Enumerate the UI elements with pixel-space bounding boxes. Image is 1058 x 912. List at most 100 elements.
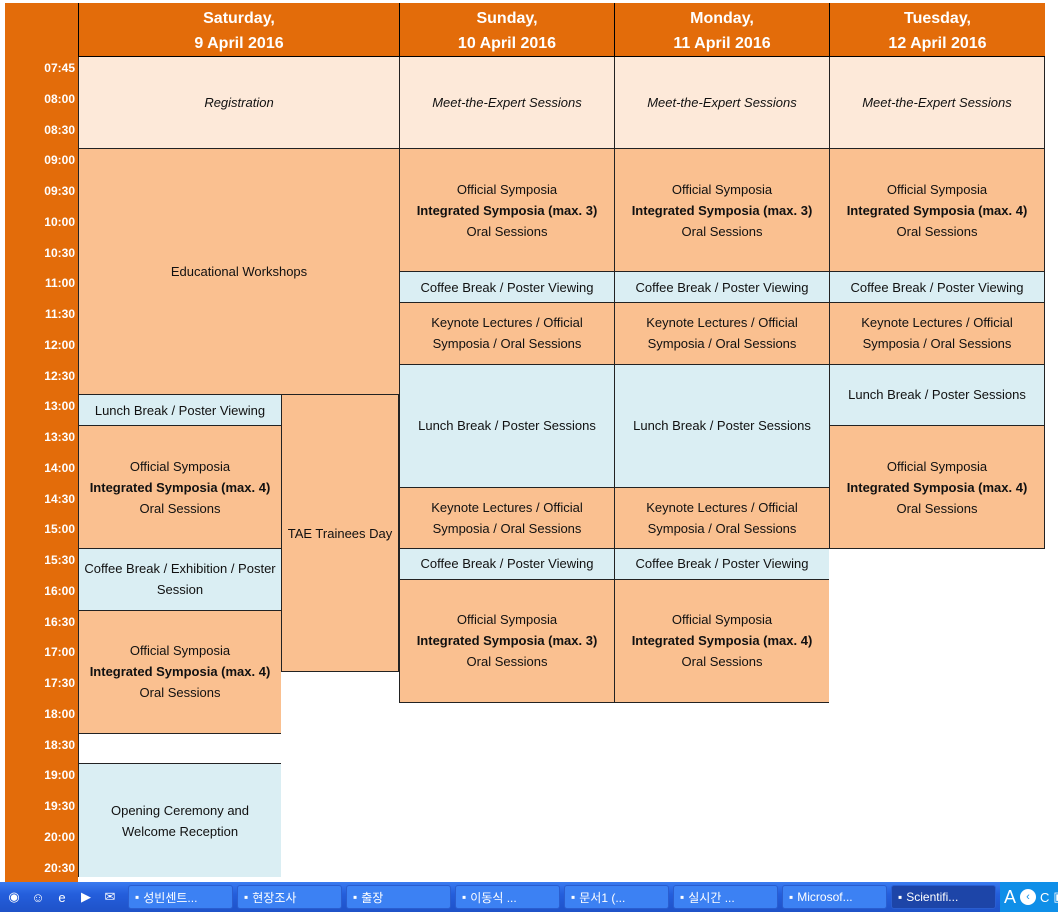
session-block[interactable]: Official Symposia Integrated Symposia (ma… <box>829 149 1045 273</box>
time-label: 11:00 <box>44 276 75 291</box>
session-label: Meet-the-Expert Sessions <box>862 95 1012 111</box>
session-label: Integrated Symposia (max. 4) <box>846 202 1028 218</box>
session-block[interactable]: Official Symposia Integrated Symposia (ma… <box>78 610 281 734</box>
time-label: 15:30 <box>44 553 75 567</box>
session-label: Integrated Symposia (max. 3) <box>416 633 598 649</box>
session-label: Integrated Symposia (max. 3) <box>631 202 813 218</box>
day-name: Sunday, <box>476 10 538 27</box>
taskbar-button[interactable]: ▪ 실시간 ... <box>673 885 778 909</box>
user-icon[interactable]: ☺ <box>28 887 48 907</box>
session-block[interactable]: Opening Ceremony and Welcome Reception <box>78 764 281 877</box>
session-block[interactable]: Coffee Break / Poster Viewing <box>829 272 1045 303</box>
taskbar-button[interactable]: ▪ 현장조사 <box>237 885 342 909</box>
network-icon[interactable]: ▣ <box>1053 889 1058 905</box>
taskbar-button-label: 성빈센트... <box>143 890 198 905</box>
session-label: Opening Ceremony and Welcome Reception <box>110 802 250 839</box>
time-label: 09:30 <box>44 184 75 198</box>
session-block[interactable]: Official Symposia Integrated Symposia (ma… <box>614 149 829 273</box>
time-label: 20:30 <box>44 860 75 875</box>
day-header: Tuesday, 12 April 2016 <box>829 3 1045 57</box>
time-label: 12:30 <box>44 368 75 383</box>
session-label: Keynote Lectures / Official Symposia / O… <box>431 499 583 536</box>
session-block[interactable]: Official Symposia Integrated Symposia (ma… <box>829 426 1045 549</box>
session-label: Oral Sessions <box>139 685 221 700</box>
session-block[interactable]: Coffee Break / Poster Viewing <box>614 272 829 303</box>
chevron-left-icon[interactable]: ‹ <box>1020 889 1037 905</box>
session-label: Educational Workshops <box>170 264 308 280</box>
taskbar-button[interactable]: ▪ 문서1 (... <box>564 885 669 909</box>
session-label: Official Symposia <box>886 458 988 474</box>
session-block[interactable]: Coffee Break / Poster Viewing <box>614 549 829 580</box>
outlook-icon[interactable]: ✉ <box>100 887 120 907</box>
time-label: 16:00 <box>44 583 75 598</box>
taskbar-button-label: 문서1 (... <box>579 890 626 905</box>
time-label: 13:00 <box>44 399 75 414</box>
session-block[interactable]: Meet-the-Expert Sessions <box>614 57 829 150</box>
session-block[interactable]: Official Symposia Integrated Symposia (ma… <box>399 579 614 703</box>
session-label: Integrated Symposia (max. 3) <box>416 202 598 218</box>
taskbar-button[interactable]: ▪ 이동식 ... <box>455 885 560 909</box>
day-name: Saturday, <box>203 10 275 27</box>
session-label: Lunch Break / Poster Sessions <box>633 418 811 433</box>
time-label: 10:00 <box>44 214 75 229</box>
session-block[interactable]: Keynote Lectures / Official Symposia / O… <box>614 487 829 549</box>
time-label: 08:00 <box>44 91 75 106</box>
session-block[interactable]: Educational Workshops <box>78 149 399 396</box>
day-date: 11 April 2016 <box>673 35 771 52</box>
session-label: Oral Sessions <box>466 223 548 239</box>
session-block[interactable]: Official Symposia Integrated Symposia (ma… <box>78 426 281 549</box>
session-block[interactable]: Keynote Lectures / Official Symposia / O… <box>829 303 1045 365</box>
system-tray: A ‹ C ▣ <box>1000 882 1058 912</box>
session-block[interactable]: Coffee Break / Poster Viewing <box>399 549 614 580</box>
ie-icon[interactable]: e <box>52 887 72 907</box>
time-label: 19:00 <box>44 768 75 783</box>
chrome-icon[interactable]: ◉ <box>4 887 24 907</box>
taskbar-button[interactable]: ▪ Microsof... <box>782 885 887 909</box>
session-block[interactable]: Coffee Break / Exhibition / Poster Sessi… <box>78 549 281 611</box>
session-block[interactable]: Meet-the-Expert Sessions <box>399 57 614 150</box>
time-label: 20:00 <box>44 829 75 844</box>
taskbar-button[interactable]: ▪ 출장 <box>346 885 451 909</box>
session-block[interactable]: Meet-the-Expert Sessions <box>829 57 1045 150</box>
taskbar-button-label: 실시간 ... <box>688 890 735 905</box>
session-block[interactable]: Lunch Break / Poster Sessions <box>399 364 614 488</box>
media-player-icon[interactable]: ▶ <box>76 887 96 907</box>
taskbar-button-label: 이동식 ... <box>470 890 517 905</box>
session-label: Oral Sessions <box>681 654 763 670</box>
session-label: Official Symposia <box>129 458 231 474</box>
taskbar-button-label: 출장 <box>361 890 384 905</box>
session-label: Official Symposia <box>456 181 558 197</box>
day-name: Tuesday, <box>904 10 971 27</box>
taskbar-button[interactable]: ▪ 성빈센트... <box>128 885 233 909</box>
day-header: Monday, 11 April 2016 <box>614 3 829 57</box>
session-block[interactable]: Keynote Lectures / Official Symposia / O… <box>399 487 614 549</box>
session-label: TAE Trainees Day <box>287 525 393 541</box>
time-label: 07:45 <box>44 61 75 75</box>
taskbar-button-label: 현장조사 <box>252 890 297 905</box>
session-block[interactable]: Lunch Break / Poster Sessions <box>614 364 829 488</box>
taskbar-button[interactable]: ▪ Scientifi... <box>891 885 996 909</box>
session-label: Registration <box>204 95 274 111</box>
session-label: Keynote Lectures / Official Symposia / O… <box>646 315 798 352</box>
day-header: Saturday, 9 April 2016 <box>78 3 399 57</box>
taskbar-button-label: Microsof... <box>797 890 853 904</box>
session-block[interactable]: TAE Trainees Day <box>281 395 399 672</box>
session-block[interactable]: Keynote Lectures / Official Symposia / O… <box>399 303 614 365</box>
language-indicator[interactable]: A <box>1004 887 1016 908</box>
session-block[interactable]: Lunch Break / Poster Sessions <box>829 364 1045 426</box>
session-label: Coffee Break / Poster Viewing <box>635 279 809 295</box>
session-label: Keynote Lectures / Official Symposia / O… <box>431 315 583 352</box>
session-block[interactable]: Coffee Break / Poster Viewing <box>399 272 614 303</box>
time-column: 07:45 08:00 08:30 09:00 09:30 10:00 10:30 11:00… <box>5 3 78 882</box>
session-block[interactable] <box>78 733 281 765</box>
session-block[interactable]: Lunch Break / Poster Viewing <box>78 395 281 426</box>
session-block[interactable]: Official Symposia Integrated Symposia (ma… <box>399 149 614 273</box>
tray-icon[interactable]: C <box>1040 890 1049 905</box>
session-label: Integrated Symposia (max. 4) <box>631 633 813 649</box>
session-block[interactable]: Keynote Lectures / Official Symposia / O… <box>614 303 829 365</box>
day-header: Sunday, 10 April 2016 <box>399 3 614 57</box>
session-label: Integrated Symposia (max. 4) <box>846 479 1028 495</box>
session-block[interactable]: Official Symposia Integrated Symposia (ma… <box>614 579 829 703</box>
session-block[interactable]: Registration <box>78 57 399 150</box>
time-label: 19:30 <box>44 799 75 813</box>
